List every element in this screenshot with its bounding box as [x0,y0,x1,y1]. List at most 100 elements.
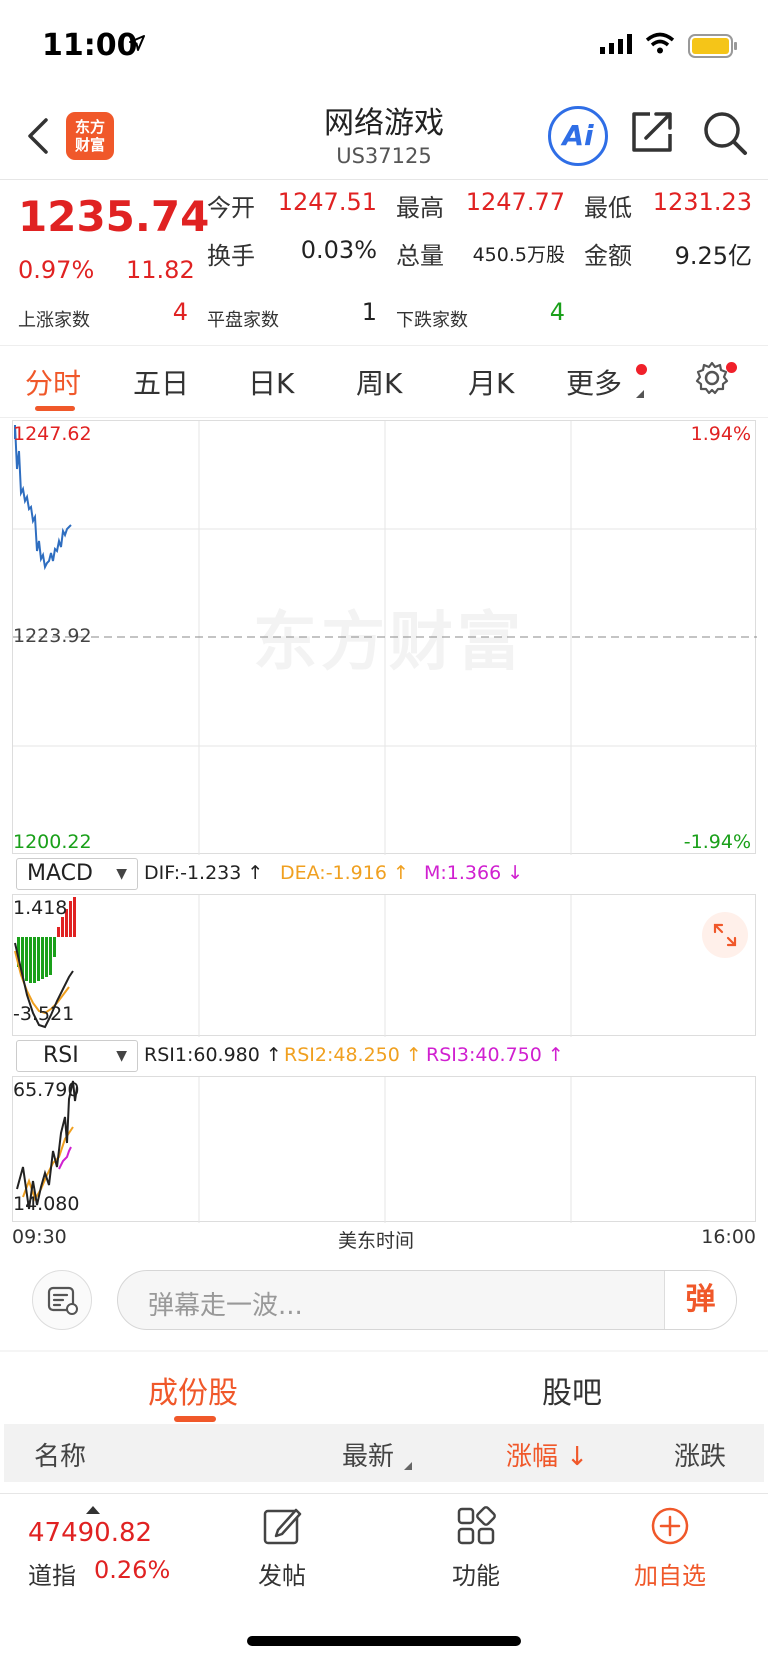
up-count: 4 [172,298,188,326]
low-label: 最低 [584,194,632,222]
nav-bar: 网络游戏 US37125 东方 财富 Ai [0,92,768,180]
danmu-placeholder: 弹幕走一波... [148,1291,303,1321]
sort-caret-icon [404,1462,412,1470]
macd-chart[interactable]: 1.418 -3.521 [12,894,756,1037]
expand-up-icon[interactable] [86,1506,100,1514]
section-active-indicator [174,1416,216,1422]
ai-button[interactable]: Ai [548,106,608,166]
tab-constituents[interactable]: 成份股 [148,1368,238,1412]
col-name[interactable]: 名称 [34,1436,86,1473]
time-zone-label: 美东时间 [338,1230,415,1252]
status-bar: 11:00 [0,0,768,92]
section-tabs: 成份股 股吧 [0,1352,768,1424]
chart-bottom-price: 1200.22 [13,831,92,853]
table-header: 名称 最新 涨幅 ↓ 涨跌 [4,1424,764,1482]
down-count: 4 [549,298,565,326]
more-caret-icon [636,390,644,398]
expand-icon [713,923,737,947]
plus-circle-icon [651,1507,689,1545]
rsi2-value: RSI2:48.250 ↑ [284,1044,422,1066]
col-latest[interactable]: 最新 [342,1436,394,1473]
intraday-chart[interactable]: 东方财富 1247.62 1223.92 1200.22 1.94% -1.94… [12,420,757,855]
expand-chart-button[interactable] [702,912,748,958]
tab-more[interactable]: 更多 [566,362,622,402]
tab-monthly-k[interactable]: 月K [468,362,514,402]
up-count-label: 上涨家数 [18,310,90,331]
danmu-bar: 弹幕走一波... 弹 [0,1250,768,1350]
battery-icon [688,34,737,58]
open-value: 1247.51 [277,188,377,216]
functions-button[interactable]: 功能 [416,1506,536,1591]
volume-label: 总量 [396,242,444,270]
dow-index-pct[interactable]: 0.26% [94,1556,170,1584]
add-watchlist-label: 加自选 [634,1562,706,1590]
post-label: 发帖 [258,1562,306,1590]
col-change-pct-label: 涨幅 [506,1442,559,1472]
tab-five-day[interactable]: 五日 [133,362,189,402]
post-button[interactable]: 发帖 [222,1506,342,1591]
grid-apps-icon [457,1506,496,1545]
quote-panel: 1235.74 0.97% 11.82 今开 1247.51 最高 1247.7… [0,180,768,346]
chart-top-pct: 1.94% [690,423,751,445]
macd-top-value: 1.418 [13,897,68,919]
bottom-toolbar: 47490.82 道指 0.26% 发帖 功能 加自选 [0,1493,768,1663]
macd-bottom-value: -3.521 [13,1003,75,1025]
eastmoney-logo[interactable]: 东方 财富 [66,112,114,160]
col-change-pct[interactable]: 涨幅 ↓ [506,1436,588,1473]
rsi-bottom-value: 14.080 [13,1193,80,1215]
dropdown-caret-icon: ▼ [116,866,127,882]
home-indicator[interactable] [247,1636,521,1646]
search-icon[interactable] [702,110,748,156]
location-arrow-icon [129,35,145,51]
turnover-value: 0.03% [300,236,377,264]
cellular-signal-icon [600,34,632,54]
change-percent: 0.97% [18,256,95,284]
add-watchlist-button[interactable]: 加自选 [610,1506,730,1591]
macd-dea: DEA:-1.916 ↑ [280,862,409,884]
edit-icon [263,1508,302,1545]
time-end: 16:00 [701,1226,756,1248]
high-label: 最高 [396,194,444,222]
amount-value: 9.25亿 [674,242,752,270]
macd-dif: DIF:-1.233 ↑ [144,862,264,884]
tab-intraday[interactable]: 分时 [25,362,81,402]
col-change[interactable]: 涨跌 [674,1436,726,1473]
danmu-input[interactable]: 弹幕走一波... 弹 [117,1270,737,1330]
tab-daily-k[interactable]: 日K [248,362,294,402]
time-axis: 09:30 美东时间 16:00 [12,1222,756,1252]
logo-text-1: 东方 [74,118,105,136]
logo-text-2: 财富 [74,136,105,154]
tab-forum[interactable]: 股吧 [542,1368,602,1412]
dow-index-name[interactable]: 道指 [28,1556,76,1591]
high-value: 1247.77 [465,188,565,216]
tab-weekly-k[interactable]: 周K [356,362,402,402]
time-start: 09:30 [12,1226,67,1248]
open-label: 今开 [207,194,255,222]
wifi-icon [645,32,675,54]
down-count-label: 下跌家数 [396,310,468,331]
danmu-settings-button[interactable] [32,1270,92,1330]
chart-top-price: 1247.62 [13,423,92,445]
dropdown-caret-icon: ▼ [116,1048,127,1064]
rsi-indicator-select[interactable]: RSI ▼ [16,1040,138,1072]
settings-gear-icon[interactable] [694,360,730,396]
low-value: 1231.23 [652,188,752,216]
rsi1-value: RSI1:60.980 ↑ [144,1044,282,1066]
macd-indicator-select[interactable]: MACD ▼ [16,858,138,890]
rsi-select-label: RSI [43,1043,79,1068]
dow-index-value[interactable]: 47490.82 [28,1518,152,1548]
macd-plot [14,895,572,1037]
chart-bottom-pct: -1.94% [683,831,751,853]
danmu-send-button[interactable]: 弹 [664,1271,736,1329]
rsi-plot [16,1077,572,1223]
chart-mid-price: 1223.92 [13,625,92,647]
danmu-settings-icon [47,1286,78,1315]
intraday-grid [13,421,757,855]
back-icon[interactable] [24,114,54,158]
rsi-chart[interactable]: 65.790 14.080 [12,1076,756,1223]
tab-active-indicator [35,406,75,411]
macd-select-label: MACD [27,861,93,886]
share-icon[interactable] [630,110,674,154]
flat-count: 1 [361,298,377,326]
rsi-indicator-bar: RSI ▼ RSI1:60.980 ↑ RSI2:48.250 ↑ RSI3:4… [12,1040,756,1074]
